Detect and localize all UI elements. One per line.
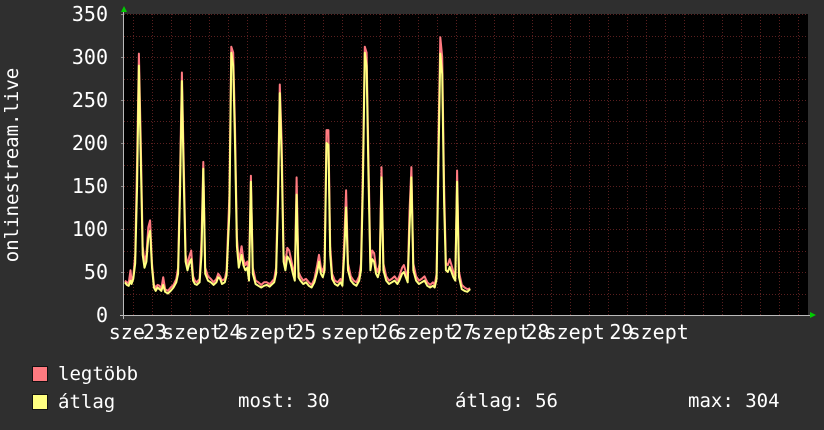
stat-max: max: 304 [688, 390, 780, 412]
x-tick-label: szept [162, 320, 222, 344]
legend-swatch-atlag [32, 394, 48, 410]
legend-swatch-legtobb [32, 366, 48, 382]
x-tick-label: szept [321, 320, 381, 344]
y-axis-label: onlinestream.live [1, 67, 23, 263]
x-tick-label: szept [395, 320, 455, 344]
legend-item-atlag: átlag [32, 390, 115, 414]
x-tick-label: sze [109, 320, 145, 344]
y-tick-label: 100 [72, 217, 108, 241]
x-tick-label: szept [629, 320, 689, 344]
legend-item-legtobb: legtöbb [32, 362, 138, 386]
x-tick-label: 25 [292, 320, 316, 344]
line-chart: 050100150200250300350sze23szept24szept25… [72, 2, 816, 344]
legend-label-legtobb: legtöbb [58, 363, 139, 385]
y-tick-label: 200 [72, 131, 108, 155]
y-tick-label: 0 [96, 303, 108, 327]
y-axis-arrow-icon [121, 6, 127, 12]
stat-most: most: 30 [238, 390, 330, 412]
x-tick-label: szept [545, 320, 605, 344]
x-tick-label: szept [470, 320, 530, 344]
stat-atlag: átlag: 56 [455, 390, 558, 412]
y-tick-label: 300 [72, 45, 108, 69]
legend-label-atlag: átlag [58, 391, 116, 413]
x-axis-arrow-icon [810, 312, 816, 318]
y-tick-label: 350 [72, 2, 108, 26]
x-tick-label: szept [237, 320, 297, 344]
chart-panel: 0 50 100 150 200 250 300 350 sze 23 szept 24 szept 25… [0, 0, 824, 430]
y-tick-label: 50 [84, 260, 108, 284]
y-tick-label: 150 [72, 174, 108, 198]
y-tick-label: 250 [72, 88, 108, 112]
